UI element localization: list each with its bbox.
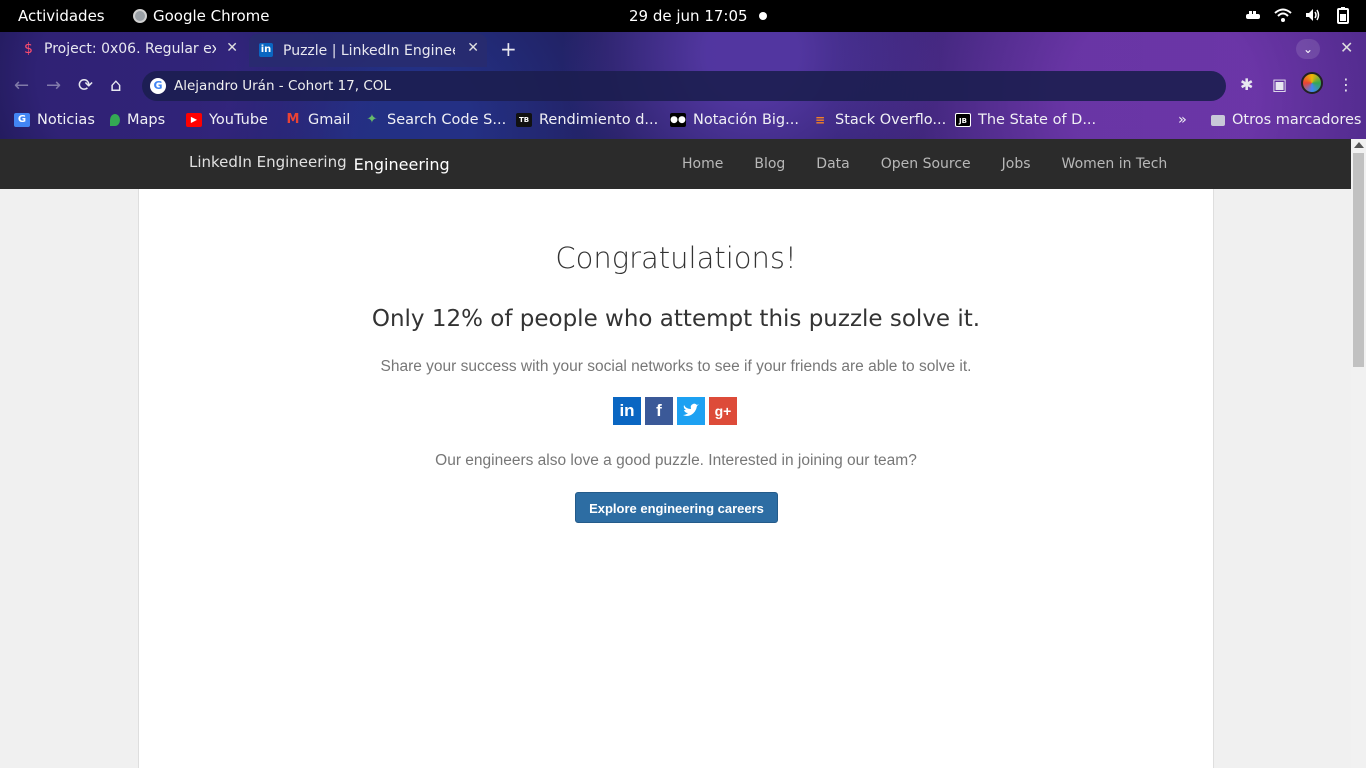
site-navbar: LinkedIn Engineering Engineering Home Bl…: [0, 139, 1351, 189]
nav-women-in-tech[interactable]: Women in Tech: [1062, 156, 1168, 172]
linkedin-icon: in: [259, 43, 273, 57]
bookmark-label: Search Code S...: [387, 112, 507, 128]
bookmark-label: Notación Big...: [693, 112, 799, 128]
bookmarks-bar: G Noticias Maps ▶ YouTube M Gmail ✦ Sear…: [0, 105, 1366, 139]
nav-blog[interactable]: Blog: [754, 156, 785, 172]
bookmark-label: The State of D...: [978, 112, 1097, 128]
menu-icon[interactable]: ⋮: [1338, 75, 1354, 94]
bookmark-stackoverflow[interactable]: ≡ Stack Overflo...: [812, 112, 946, 128]
bookmark-rendimiento[interactable]: TB Rendimiento d...: [516, 112, 658, 128]
nav-data[interactable]: Data: [816, 156, 849, 172]
bookmark-gmail[interactable]: M Gmail: [285, 112, 351, 128]
tab-search-icon[interactable]: ⌄: [1296, 39, 1320, 59]
bookmark-youtube[interactable]: ▶ YouTube: [186, 112, 268, 128]
search-code-icon: ✦: [366, 112, 378, 127]
folder-icon: [1211, 114, 1225, 126]
site-logo[interactable]: LinkedIn Engineering Engineering: [189, 153, 450, 174]
window-close-icon[interactable]: ✕: [1340, 38, 1353, 57]
other-bookmarks-label: Otros marcadores: [1232, 112, 1362, 128]
bookmark-maps[interactable]: Maps: [110, 112, 165, 128]
web-page: LinkedIn Engineering Engineering Home Bl…: [0, 139, 1366, 768]
nav-jobs[interactable]: Jobs: [1002, 156, 1031, 172]
scroll-up-icon[interactable]: [1354, 142, 1364, 148]
social-share-buttons: in f g+: [613, 397, 737, 425]
reload-icon[interactable]: ⟳: [78, 75, 93, 96]
video-thumb-icon: TB: [516, 113, 532, 127]
activities-button[interactable]: Actividades: [18, 7, 105, 25]
explore-careers-button[interactable]: Explore engineering careers: [575, 492, 778, 523]
address-text: Alejandro Urán - Cohort 17, COL: [174, 78, 391, 94]
facebook-share-icon[interactable]: f: [645, 397, 673, 425]
google-icon: G: [150, 78, 166, 94]
success-rate-text: Only 12% of people who attempt this puzz…: [371, 306, 981, 332]
bookmark-label: Gmail: [308, 112, 351, 128]
wifi-icon[interactable]: [1274, 6, 1292, 24]
notification-dot-icon: [759, 12, 767, 20]
browser-toolbar: ← → ⟳ ⌂ G Alejandro Urán - Cohort 17, CO…: [0, 67, 1366, 104]
scrollbar-thumb[interactable]: [1353, 153, 1364, 367]
tab-project[interactable]: $ Project: 0x06. Regular exp ✕: [14, 34, 246, 64]
page-scrollbar[interactable]: [1351, 139, 1366, 768]
logo-image-alt: LinkedIn Engineering: [189, 153, 347, 171]
page-title: Congratulations!: [555, 241, 797, 275]
address-bar[interactable]: G Alejandro Urán - Cohort 17, COL: [142, 71, 1226, 101]
side-panel-icon[interactable]: ▣: [1272, 75, 1287, 94]
close-tab-icon[interactable]: ✕: [226, 40, 238, 56]
twitter-share-icon[interactable]: [677, 397, 705, 425]
linkedin-share-icon[interactable]: in: [613, 397, 641, 425]
medium-icon: ●●: [670, 113, 686, 127]
site-nav-links: Home Blog Data Open Source Jobs Women in…: [682, 156, 1198, 172]
forward-icon[interactable]: →: [46, 75, 61, 96]
gmail-icon: M: [286, 112, 300, 127]
clock[interactable]: 29 de jun 17:05: [629, 7, 748, 25]
app-name: Google Chrome: [153, 7, 270, 25]
tab-label: Puzzle | LinkedIn Engineering: [283, 42, 455, 59]
tab-linkedin-puzzle[interactable]: in Puzzle | LinkedIn Engineering ✕: [249, 34, 487, 67]
careers-prompt: Our engineers also love a good puzzle. I…: [435, 452, 917, 469]
bookmark-notacion[interactable]: ●● Notación Big...: [670, 112, 799, 128]
bookmark-label: YouTube: [209, 112, 268, 128]
share-prompt: Share your success with your social netw…: [380, 358, 972, 375]
bookmark-label: Maps: [127, 112, 166, 128]
main-content: Congratulations! Only 12% of people who …: [138, 189, 1214, 768]
stackoverflow-icon: ≡: [814, 113, 826, 127]
googleplus-share-icon[interactable]: g+: [709, 397, 737, 425]
system-tray[interactable]: [1244, 6, 1352, 24]
nav-open-source[interactable]: Open Source: [881, 156, 971, 172]
bookmark-label: Stack Overflo...: [835, 112, 947, 128]
jetbrains-icon: JB: [955, 113, 971, 127]
maps-pin-icon: [110, 114, 120, 126]
logo-text: Engineering: [353, 155, 450, 174]
more-bookmarks-icon[interactable]: »: [1178, 112, 1187, 128]
docker-icon[interactable]: [1244, 6, 1262, 24]
holberton-icon: $: [24, 41, 33, 57]
google-news-icon: G: [14, 113, 30, 127]
app-menu[interactable]: Google Chrome: [133, 7, 270, 25]
chrome-app-icon: [133, 9, 147, 23]
browser-chrome: $ Project: 0x06. Regular exp ✕ in Puzzle…: [0, 32, 1366, 139]
volume-icon[interactable]: [1304, 6, 1322, 24]
bookmark-label: Rendimiento d...: [539, 112, 659, 128]
profile-avatar[interactable]: [1301, 72, 1323, 94]
other-bookmarks-folder[interactable]: Otros marcadores: [1211, 112, 1361, 128]
bookmark-label: Noticias: [37, 112, 95, 128]
youtube-icon: ▶: [186, 113, 202, 127]
bookmark-search-code[interactable]: ✦ Search Code S...: [364, 112, 507, 128]
home-icon[interactable]: ⌂: [110, 75, 121, 96]
tab-label: Project: 0x06. Regular exp: [44, 41, 216, 57]
close-tab-icon[interactable]: ✕: [467, 40, 479, 56]
nav-home[interactable]: Home: [682, 156, 723, 172]
bookmark-noticias[interactable]: G Noticias: [14, 112, 95, 128]
back-icon[interactable]: ←: [14, 75, 29, 96]
system-top-bar: Actividades Google Chrome 29 de jun 17:0…: [0, 0, 1366, 32]
bookmark-state-of-dev[interactable]: JB The State of D...: [955, 112, 1096, 128]
new-tab-icon[interactable]: +: [500, 37, 517, 61]
extensions-icon[interactable]: ✱: [1240, 75, 1253, 94]
battery-icon[interactable]: [1334, 6, 1352, 24]
